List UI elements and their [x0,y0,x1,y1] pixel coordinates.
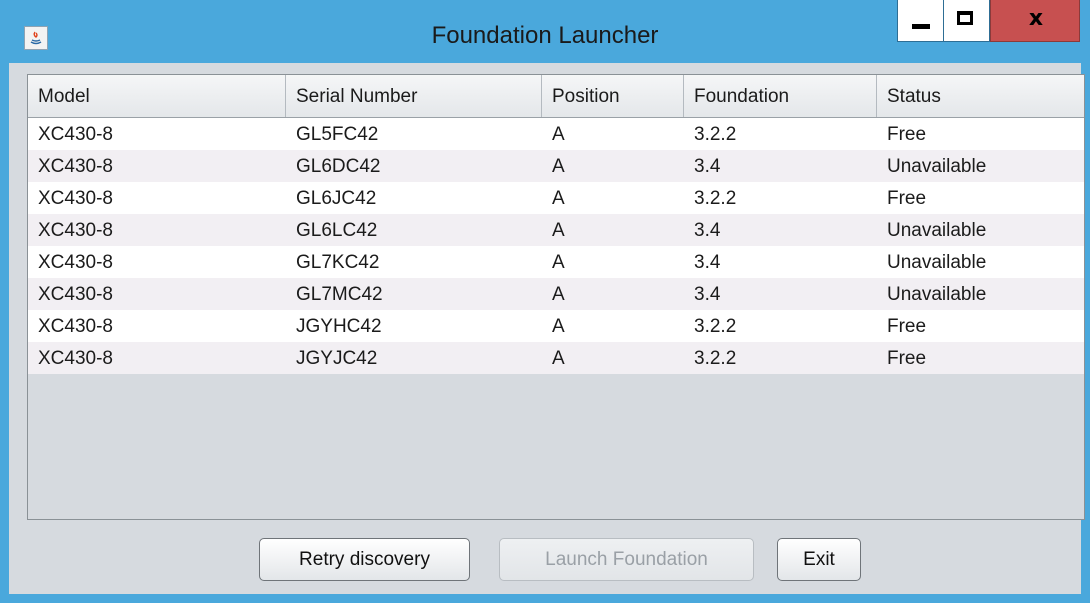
cell-position: A [552,252,565,273]
column-header-serial-number[interactable]: Serial Number [286,75,542,117]
cell-status: Free [887,316,927,337]
minimize-button[interactable] [897,0,944,42]
cell-foundation: 3.4 [694,284,721,305]
launch-foundation-button[interactable]: Launch Foundation [499,538,754,581]
table-row[interactable]: XC430-8 JGYJC42 A 3.2.2 Free [28,342,1084,374]
table-row[interactable]: XC430-8 GL7KC42 A 3.4 Unavailable [28,246,1084,278]
cell-model: XC430-8 [38,316,113,337]
cell-model: XC430-8 [38,188,113,209]
cell-serial-number: GL5FC42 [296,124,379,145]
table-row[interactable]: XC430-8 GL5FC42 A 3.2.2 Free [28,118,1084,150]
cell-model: XC430-8 [38,348,113,369]
table-row[interactable]: XC430-8 GL7MC42 A 3.4 Unavailable [28,278,1084,310]
app-window: Foundation Launcher x Model Serial Numbe… [0,0,1090,603]
cell-status: Unavailable [887,156,987,177]
cell-foundation: 3.2.2 [694,188,737,209]
column-header-status[interactable]: Status [877,75,1084,117]
table-header: Model Serial Number Position Foundation … [28,75,1084,118]
cell-status: Free [887,188,927,209]
cell-position: A [552,348,565,369]
cell-serial-number: GL7KC42 [296,252,380,273]
table-row[interactable]: XC430-8 GL6DC42 A 3.4 Unavailable [28,150,1084,182]
exit-button[interactable]: Exit [777,538,861,581]
cell-serial-number: GL6DC42 [296,156,381,177]
close-icon: x [1028,6,1044,31]
cell-serial-number: GL6JC42 [296,188,377,209]
cell-model: XC430-8 [38,124,113,145]
cell-serial-number: JGYJC42 [296,348,378,369]
maximize-button[interactable] [944,0,990,42]
cell-position: A [552,220,565,241]
cell-model: XC430-8 [38,252,113,273]
cell-status: Free [887,124,927,145]
cell-position: A [552,156,565,177]
minimize-icon [912,24,930,29]
cell-model: XC430-8 [38,284,113,305]
cell-foundation: 3.2.2 [694,348,737,369]
cell-model: XC430-8 [38,156,113,177]
cell-foundation: 3.4 [694,156,721,177]
cell-foundation: 3.2.2 [694,316,737,337]
table-body: XC430-8 GL5FC42 A 3.2.2 Free XC430-8 GL6… [28,118,1084,374]
table-row[interactable]: XC430-8 GL6LC42 A 3.4 Unavailable [28,214,1084,246]
cell-serial-number: JGYHC42 [296,316,382,337]
column-header-model[interactable]: Model [28,75,286,117]
cell-position: A [552,316,565,337]
retry-discovery-button[interactable]: Retry discovery [259,538,470,581]
devices-table: Model Serial Number Position Foundation … [27,74,1085,520]
cell-position: A [552,284,565,305]
client-area: Model Serial Number Position Foundation … [9,63,1085,594]
column-header-position[interactable]: Position [542,75,684,117]
cell-serial-number: GL6LC42 [296,220,378,241]
close-button[interactable]: x [990,0,1080,42]
table-row[interactable]: XC430-8 JGYHC42 A 3.2.2 Free [28,310,1084,342]
cell-position: A [552,124,565,145]
cell-status: Unavailable [887,284,987,305]
column-header-foundation[interactable]: Foundation [684,75,877,117]
cell-serial-number: GL7MC42 [296,284,383,305]
cell-position: A [552,188,565,209]
table-row[interactable]: XC430-8 GL6JC42 A 3.2.2 Free [28,182,1084,214]
cell-status: Unavailable [887,252,987,273]
cell-status: Unavailable [887,220,987,241]
cell-foundation: 3.2.2 [694,124,737,145]
cell-foundation: 3.4 [694,252,721,273]
maximize-icon [957,11,973,25]
cell-status: Free [887,348,927,369]
cell-model: XC430-8 [38,220,113,241]
cell-foundation: 3.4 [694,220,721,241]
